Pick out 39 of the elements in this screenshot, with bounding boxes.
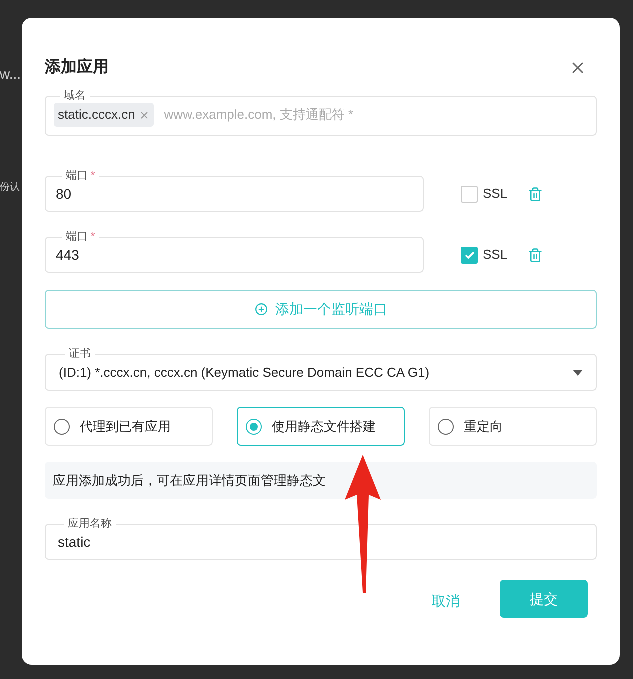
app-name-value: static	[58, 534, 91, 550]
field-label: 域名	[63, 89, 87, 103]
domain-field[interactable]: 域名 static.cccx.cn www.example.com, 支持通配符 *	[45, 89, 597, 136]
trash-icon[interactable]	[528, 186, 543, 202]
certificate-select[interactable]: 证书 (ID:1) *.cccx.cn, cccx.cn (Keymatic Secure Domain ECC CA G1)	[45, 347, 597, 391]
mode-option[interactable]: 代理到已有应用	[45, 407, 213, 446]
plus-icon	[254, 303, 268, 316]
field-label: 应用名称	[67, 517, 113, 531]
field-label: 证书	[68, 347, 92, 361]
dialog-title: 添加应用	[45, 57, 109, 78]
radio-icon	[246, 418, 262, 434]
app-name-field[interactable]: 应用名称 static	[45, 517, 597, 560]
ssl-checkbox[interactable]	[461, 186, 478, 202]
dropdown-icon	[573, 370, 583, 376]
mode-label: 重定向	[464, 418, 503, 436]
mode-option[interactable]: 使用静态文件搭建	[237, 407, 405, 446]
ssl-label: SSL	[483, 185, 508, 204]
radio-icon	[54, 418, 70, 434]
certificate-value: (ID:1) *.cccx.cn, cccx.cn (Keymatic Secure Domain ECC CA G1)	[59, 364, 430, 382]
port-value: 443	[56, 247, 80, 263]
port-field[interactable]: 端口 * 443	[45, 230, 424, 273]
remove-icon[interactable]	[139, 110, 150, 120]
domain-input[interactable]: www.example.com, 支持通配符 *	[164, 105, 588, 125]
port-field[interactable]: 端口 * 80	[45, 169, 424, 212]
info-text: 应用添加成功后，可在应用详情页面管理静态文	[53, 472, 326, 490]
mode-label: 代理到已有应用	[80, 418, 171, 436]
background-text: w...	[0, 66, 22, 82]
field-label: 端口 *	[65, 169, 96, 183]
mode-option[interactable]: 重定向	[429, 407, 597, 446]
ssl-label: SSL	[483, 246, 508, 264]
radio-icon	[438, 418, 454, 434]
port-value: 80	[56, 186, 72, 202]
field-label: 端口 *	[65, 230, 96, 244]
ssl-checkbox[interactable]	[461, 246, 478, 264]
mode-label: 使用静态文件搭建	[272, 418, 376, 436]
check-icon	[464, 249, 476, 261]
background-text: 份认	[0, 182, 20, 193]
trash-icon[interactable]	[528, 248, 543, 262]
domain-tag: static.cccx.cn	[54, 103, 154, 127]
